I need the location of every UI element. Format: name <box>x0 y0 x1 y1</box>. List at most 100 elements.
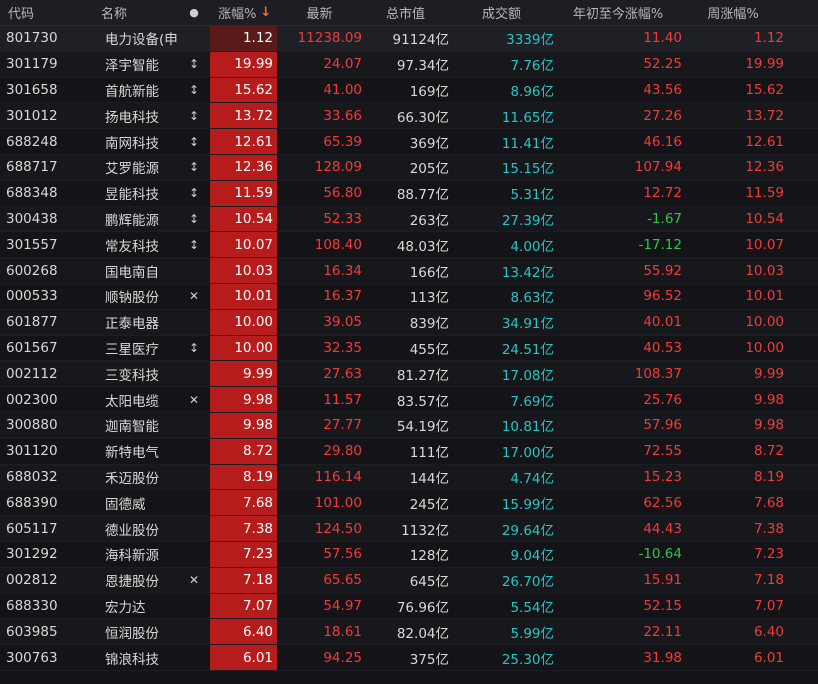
cell-code: 601877 <box>6 314 58 331</box>
cell-last-price: 16.34 <box>323 262 362 279</box>
cell-change-pct: 12.61 <box>210 129 277 154</box>
header-name[interactable]: 名称 <box>98 0 178 25</box>
table-row[interactable]: 601877 正泰电器 10.00 39.05 839亿 34.91亿 40.01 10.00 <box>0 309 818 336</box>
cell-market-cap: 82.04亿 <box>396 625 449 642</box>
cell-turnover: 17.08亿 <box>501 367 554 384</box>
table-row[interactable]: 000533 顺钠股份 ✕ 10.01 16.37 113亿 8.63亿 96.52 10.01 <box>0 283 818 310</box>
cell-ytd-change: 57.96 <box>643 417 682 434</box>
cell-flag-icon <box>178 465 210 490</box>
cell-week-change: 7.07 <box>753 597 784 614</box>
cell-name: 泽宇智能 <box>105 58 159 75</box>
cell-week-change: 10.00 <box>745 314 784 331</box>
table-row[interactable]: 300763 锦浪科技 6.01 94.25 375亿 25.30亿 31.98 6.01 <box>0 645 818 671</box>
cell-code: 600268 <box>6 262 58 279</box>
cell-code: 000533 <box>6 288 58 305</box>
cell-code: 301292 <box>6 546 58 563</box>
cell-code: 688330 <box>6 597 58 614</box>
cell-code: 002300 <box>6 391 58 408</box>
table-row[interactable]: 301292 海科新源 7.23 57.56 128亿 9.04亿 -10.64 7.23 <box>0 541 818 568</box>
table-row[interactable]: 801730 电力设备(申万 1.12 11238.09 91124亿 3339亿 11.4… <box>0 26 818 52</box>
cell-code: 605117 <box>6 520 58 537</box>
cell-turnover: 4.74亿 <box>510 470 554 487</box>
cell-change-pct: 11.59 <box>210 180 277 206</box>
cell-last-price: 11.57 <box>323 391 362 408</box>
table-row[interactable]: 688717 艾罗能源 ↕ 12.36 128.09 205亿 15.15亿 107.94 12… <box>0 154 818 181</box>
table-row[interactable]: 301557 常友科技 ↕ 10.07 108.40 48.03亿 4.00亿 -17.12 1… <box>0 232 818 259</box>
cell-ytd-change: 46.16 <box>643 133 682 150</box>
header-last-price[interactable]: 最新 <box>277 0 362 25</box>
table-row[interactable]: 688348 昱能科技 ↕ 11.59 56.80 88.77亿 5.31亿 12.72 11.… <box>0 180 818 207</box>
table-row[interactable]: 600268 国电南自 10.03 16.34 166亿 13.42亿 55.92 10.03 <box>0 258 818 284</box>
cell-change-pct: 7.38 <box>210 516 277 541</box>
table-row[interactable]: 688330 宏力达 7.07 54.97 76.96亿 5.54亿 52.15 7.07 <box>0 593 818 620</box>
table-row[interactable]: 002812 恩捷股份 ✕ 7.18 65.65 645亿 26.70亿 15.91 7.18 <box>0 567 818 594</box>
table-row[interactable]: 301012 扬电科技 ↕ 13.72 33.66 66.30亿 11.65亿 27.26 13… <box>0 103 818 130</box>
cell-name: 德业股份 <box>105 522 159 539</box>
cell-market-cap: 263亿 <box>409 212 449 229</box>
cell-turnover: 3339亿 <box>506 32 554 49</box>
cell-market-cap: 245亿 <box>409 496 449 513</box>
cell-last-price: 27.77 <box>323 417 362 434</box>
cell-week-change: 10.01 <box>745 288 784 305</box>
table-row[interactable]: 688248 南网科技 ↕ 12.61 65.39 369亿 11.41亿 46.16 12.6… <box>0 129 818 155</box>
cell-name: 扬电科技 <box>105 109 159 126</box>
table-row[interactable]: 300880 迦南智能 9.98 27.77 54.19亿 10.81亿 57.96 9.98 <box>0 412 818 439</box>
table-row[interactable]: 002300 太阳电缆 ✕ 9.98 11.57 83.57亿 7.69亿 25.76 9.98 <box>0 387 818 413</box>
stock-quote-table: 代码 名称 ● 涨幅% ↓ 最新 总市值 成交额 年初至今涨幅% 周涨幅% 80… <box>0 0 818 684</box>
cell-change-pct: 6.40 <box>210 619 277 645</box>
table-row[interactable]: 301658 首航新能 ↕ 15.62 41.00 169亿 8.96亿 43.56 15.62 <box>0 77 818 104</box>
cell-ytd-change: 62.56 <box>643 494 682 511</box>
cell-code: 301557 <box>6 236 58 253</box>
table-body: 801730 电力设备(申万 1.12 11238.09 91124亿 3339亿 11.4… <box>0 26 818 671</box>
cell-code: 301120 <box>6 443 58 460</box>
header-market-cap[interactable]: 总市值 <box>362 0 449 25</box>
cell-flag-icon: ↕ <box>188 82 200 97</box>
cell-last-price: 33.66 <box>323 107 362 124</box>
table-row[interactable]: 301179 泽宇智能 ↕ 19.99 24.07 97.34亿 7.76亿 52.25 19.… <box>0 51 818 78</box>
cell-week-change: 13.72 <box>745 107 784 124</box>
header-week-change[interactable]: 周涨幅% <box>682 0 784 25</box>
cell-change-pct: 15.62 <box>210 77 277 103</box>
table-row[interactable]: 301120 新特电气 8.72 29.80 111亿 17.00亿 72.55 8.72 <box>0 438 818 465</box>
cell-change-pct: 8.19 <box>210 464 277 490</box>
cell-ytd-change: 15.91 <box>643 572 682 589</box>
cell-code: 301012 <box>6 107 58 124</box>
table-row[interactable]: 002112 三变科技 9.99 27.63 81.27亿 17.08亿 108.37 9.9… <box>0 361 818 388</box>
cell-code: 801730 <box>6 30 58 47</box>
header-ytd-change[interactable]: 年初至今涨幅% <box>554 0 682 25</box>
cell-turnover: 7.69亿 <box>510 393 554 410</box>
table-row[interactable]: 688390 固德威 7.68 101.00 245亿 15.99亿 62.56 7.68 <box>0 490 818 517</box>
table-row[interactable]: 688032 禾迈股份 8.19 116.14 144亿 4.74亿 15.23 8.19 <box>0 464 818 491</box>
header-flag-dot-icon[interactable]: ● <box>178 0 210 25</box>
cell-flag-icon <box>178 413 210 438</box>
cell-change-pct: 9.98 <box>210 412 277 438</box>
cell-change-pct: 7.07 <box>210 593 277 619</box>
cell-ytd-change: 15.23 <box>643 468 682 485</box>
cell-market-cap: 166亿 <box>409 264 449 281</box>
header-turnover[interactable]: 成交额 <box>449 0 554 25</box>
table-row[interactable]: 603985 恒润股份 6.40 18.61 82.04亿 5.99亿 22.11 6.40 <box>0 619 818 646</box>
cell-week-change: 9.98 <box>753 391 784 408</box>
cell-last-price: 94.25 <box>323 649 362 666</box>
cell-week-change: 7.18 <box>753 572 784 589</box>
cell-turnover: 26.70亿 <box>501 574 554 591</box>
cell-code: 601567 <box>6 339 58 356</box>
header-code[interactable]: 代码 <box>0 0 98 25</box>
cell-market-cap: 369亿 <box>409 135 449 152</box>
cell-name: 电力设备(申万 <box>105 32 178 49</box>
cell-flag-icon <box>178 361 210 386</box>
cell-market-cap: 54.19亿 <box>396 419 449 436</box>
table-row[interactable]: 605117 德业股份 7.38 124.50 1132亿 29.64亿 44.43 7.38 <box>0 516 818 542</box>
table-row[interactable]: 601567 三星医疗 ↕ 10.00 32.35 455亿 24.51亿 40.53 10.0… <box>0 335 818 362</box>
cell-market-cap: 128亿 <box>409 548 449 565</box>
cell-flag-icon <box>178 619 210 644</box>
cell-week-change: 10.00 <box>745 339 784 356</box>
cell-turnover: 25.30亿 <box>501 651 554 668</box>
cell-last-price: 54.97 <box>323 597 362 614</box>
header-change-pct-label: 涨幅% <box>218 7 257 22</box>
header-change-pct[interactable]: 涨幅% ↓ <box>210 0 277 25</box>
cell-market-cap: 66.30亿 <box>396 109 449 126</box>
cell-last-price: 101.00 <box>314 494 362 511</box>
cell-name: 昱能科技 <box>105 187 159 204</box>
table-row[interactable]: 300438 鹏辉能源 ↕ 10.54 52.33 263亿 27.39亿 -1.67 10.5… <box>0 206 818 233</box>
